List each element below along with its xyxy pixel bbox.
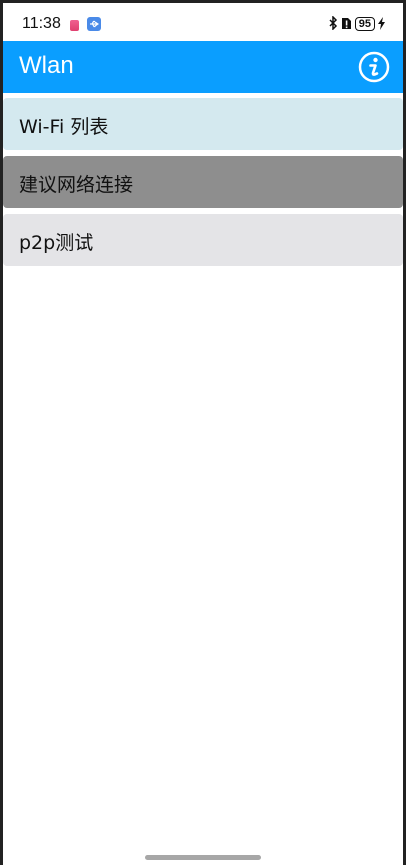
list-item-label: 建议网络连接: [19, 174, 134, 196]
list-item-suggested-network[interactable]: 建议网络连接: [3, 156, 403, 208]
list-item-p2p-test[interactable]: p2p测试: [3, 214, 403, 266]
charging-icon: [378, 15, 385, 34]
info-icon: [358, 51, 390, 83]
status-time: 11:38: [22, 15, 61, 32]
app-bar: Wlan: [3, 41, 403, 93]
info-button[interactable]: [358, 51, 390, 83]
page-title: Wlan: [19, 52, 74, 79]
app-notification-icon: [70, 20, 79, 31]
battery-indicator: 95: [354, 17, 375, 31]
usb-icon: [87, 17, 101, 31]
status-bar: 11:38 95: [3, 3, 403, 41]
list-item-wifi-list[interactable]: Wi-Fi 列表: [3, 98, 403, 150]
alert-icon: [341, 15, 352, 34]
status-icons: 95: [329, 14, 385, 34]
bluetooth-icon: [329, 14, 338, 34]
list-item-label: p2p测试: [19, 232, 94, 254]
gesture-nav-handle[interactable]: [145, 855, 261, 860]
list-item-label: Wi-Fi 列表: [19, 116, 109, 138]
phone-screen: 11:38 95 Wlan Wi-Fi 列表 建议网络连接 p2p测试: [3, 3, 403, 865]
